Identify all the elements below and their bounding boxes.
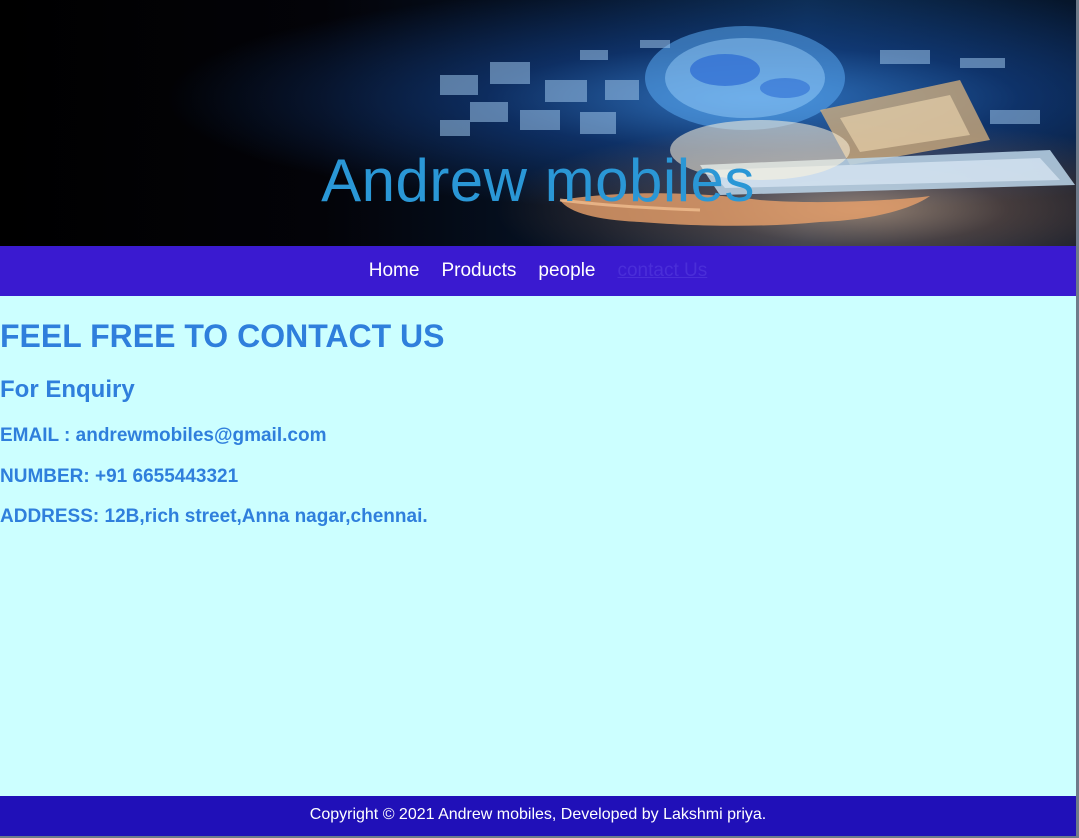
nav-home[interactable]: Home — [369, 246, 420, 296]
footer: Copyright © 2021 Andrew mobiles, Develop… — [0, 796, 1076, 836]
copyright-text: Copyright © 2021 Andrew mobiles, Develop… — [309, 806, 767, 823]
navbar: Home Products people contact Us — [0, 246, 1076, 296]
phone-number-text: NUMBER: +91 6655443321 — [0, 466, 239, 487]
header-banner: Andrew mobiles — [0, 0, 1076, 246]
nav-contact-us[interactable]: contact Us — [617, 246, 707, 296]
contact-heading: FEEL FREE TO CONTACT US — [0, 318, 445, 354]
nav-products[interactable]: Products — [441, 246, 516, 296]
address-text: ADDRESS: 12B,rich street,Anna nagar,chen… — [0, 506, 428, 527]
site-title: Andrew mobiles — [321, 147, 755, 214]
page: Andrew mobiles Home Products people cont… — [0, 0, 1079, 838]
nav-people[interactable]: people — [538, 246, 595, 296]
enquiry-subheading: For Enquiry — [0, 376, 135, 403]
email-text: EMAIL : andrewmobiles@gmail.com — [0, 425, 327, 446]
